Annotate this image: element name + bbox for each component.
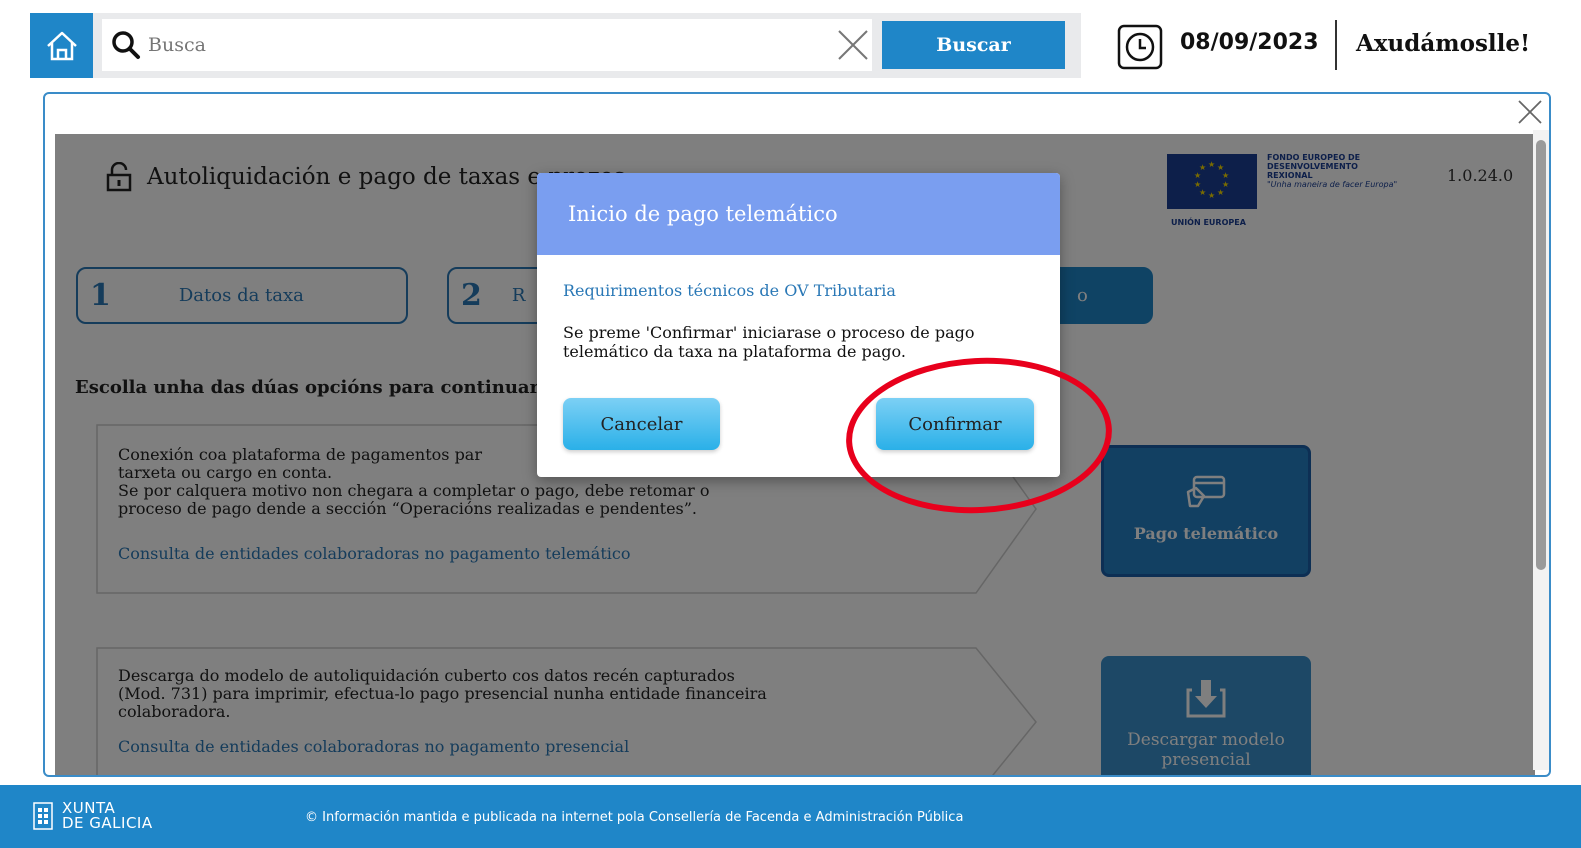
technical-requirements-link[interactable]: Requirimentos técnicos de OV Tributaria — [563, 281, 896, 300]
search-icon — [112, 31, 140, 59]
scrollbar-thumb[interactable] — [1536, 140, 1546, 570]
search-box — [102, 19, 872, 71]
cancel-button[interactable]: Cancelar — [563, 398, 720, 450]
close-icon[interactable] — [1517, 99, 1543, 125]
help-link[interactable]: Axudámoslle! — [1356, 30, 1530, 57]
search-input[interactable] — [148, 25, 788, 65]
divider — [1335, 20, 1337, 70]
xunta-logo: XUNTA DE GALICIA — [32, 801, 153, 831]
dialog-message: Se preme 'Confirmar' iniciarase o proces… — [563, 323, 975, 361]
home-icon — [46, 31, 77, 60]
dialog-title: Inicio de pago telemático — [568, 202, 838, 226]
clear-search-icon[interactable] — [836, 28, 870, 62]
footer: XUNTA DE GALICIA © Información mantida e… — [0, 785, 1581, 848]
footer-text: © Información mantida e publicada na int… — [305, 810, 964, 825]
xunta-shield-icon — [33, 802, 53, 830]
dialog-header: Inicio de pago telemático — [537, 173, 1060, 255]
home-button[interactable] — [30, 13, 93, 78]
clock-icon — [1117, 24, 1163, 70]
search-button[interactable]: Buscar — [882, 21, 1065, 69]
scrollbar[interactable] — [1533, 130, 1549, 770]
current-date: 08/09/2023 — [1180, 30, 1319, 55]
logo-text: DE GALICIA — [62, 814, 153, 832]
